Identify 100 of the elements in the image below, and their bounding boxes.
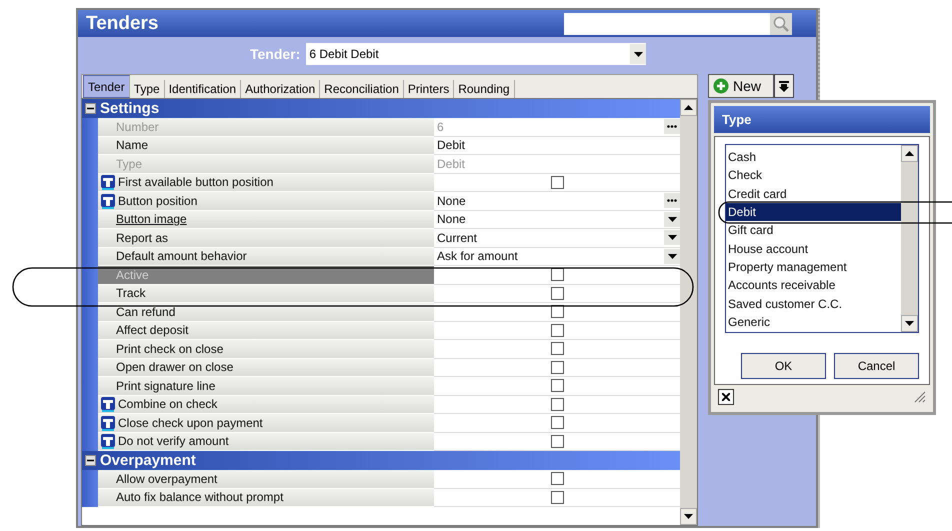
property-label[interactable]: Report as	[98, 229, 434, 248]
property-label[interactable]: Name	[98, 136, 434, 155]
row-gutter	[82, 118, 98, 136]
checkbox[interactable]	[550, 176, 564, 189]
label-text: Close check upon payment	[118, 416, 263, 430]
property-label[interactable]: Affect deposit	[98, 322, 434, 340]
property-label[interactable]: Allow overpayment	[98, 470, 434, 488]
property-label[interactable]: Close check upon payment	[98, 414, 434, 432]
checkbox[interactable]	[550, 324, 564, 337]
checkbox[interactable]	[550, 342, 564, 356]
section-title: Overpayment	[100, 452, 196, 469]
row-gutter	[82, 470, 98, 488]
label-text: Number	[116, 120, 159, 134]
property-label[interactable]: Print check on close	[98, 340, 434, 358]
label-text: Track	[116, 286, 146, 300]
dialog-button[interactable]: OK	[741, 353, 826, 379]
list-item[interactable]: Debit	[726, 202, 901, 222]
dropdown-arrow-icon	[668, 254, 676, 259]
close-icon[interactable]	[718, 389, 734, 405]
property-label[interactable]: First available button position	[98, 174, 434, 192]
label-text: Combine on check	[118, 397, 218, 412]
dropdown-arrow-icon	[668, 216, 676, 222]
list-item[interactable]: Credit card	[726, 184, 901, 203]
dialog-button[interactable]: Cancel	[834, 353, 919, 379]
menu-button[interactable]	[774, 74, 794, 98]
list-item[interactable]: Check	[726, 166, 901, 185]
label-text: First available button position	[118, 175, 274, 190]
checkbox[interactable]	[550, 286, 564, 300]
up-arrow-icon	[905, 151, 914, 156]
down-arrow-icon	[779, 80, 789, 92]
plus-icon	[713, 78, 729, 94]
badge-icon	[100, 174, 116, 190]
property-label[interactable]: Print signature line	[98, 377, 434, 396]
badge-icon	[100, 396, 116, 412]
label-text: Default amount behavior	[116, 249, 247, 264]
checkbox[interactable]	[550, 490, 564, 504]
more-icon[interactable]	[664, 119, 680, 134]
list-item[interactable]: Property management	[726, 258, 901, 276]
property-label[interactable]: Track	[98, 284, 434, 303]
property-label[interactable]: Button image	[98, 210, 434, 229]
property-label[interactable]: Do not verify amount	[98, 432, 434, 451]
value-field[interactable]: Debit	[434, 136, 680, 155]
list-item[interactable]: Generic	[726, 312, 901, 331]
row-gutter	[82, 303, 98, 322]
more-icon[interactable]	[664, 193, 680, 208]
property-label[interactable]: Open drawer on close	[98, 358, 434, 377]
list-item[interactable]: Cash	[726, 148, 901, 166]
label-text: Report as	[116, 230, 168, 245]
collapse-icon[interactable]	[85, 103, 96, 114]
tab[interactable]: Tender	[83, 75, 130, 98]
label-text: Button position	[118, 194, 198, 208]
property-label[interactable]: Auto fix balance without prompt	[98, 488, 434, 507]
tender-dropdown[interactable]: 6 Debit Debit	[306, 43, 646, 65]
dropdown-field[interactable]: Ask for amount	[434, 248, 680, 266]
checkbox[interactable]	[550, 360, 564, 374]
badge-icon	[100, 414, 116, 431]
value-field[interactable]: None	[434, 192, 680, 210]
property-label[interactable]: Can refund	[98, 303, 434, 322]
property-label[interactable]: Button position	[98, 192, 434, 210]
checkbox[interactable]	[550, 434, 564, 448]
label-text: Do not verify amount	[118, 434, 229, 448]
checkbox[interactable]	[550, 398, 564, 411]
label-text: Affect deposit	[116, 323, 188, 338]
collapse-icon[interactable]	[85, 455, 96, 466]
row-gutter	[82, 284, 98, 303]
label-text: Type	[116, 156, 142, 171]
property-label[interactable]: Combine on check	[98, 396, 434, 414]
property-label[interactable]: Default amount behavior	[98, 248, 434, 266]
list-item[interactable]: Accounts receivable	[726, 276, 901, 294]
row-gutter	[82, 248, 98, 266]
list-item[interactable]: House account	[726, 239, 901, 258]
window-title: Tenders	[86, 12, 159, 34]
label-text: Auto fix balance without prompt	[116, 490, 284, 504]
checkbox[interactable]	[550, 472, 564, 486]
tender-label: Tender:	[250, 46, 300, 62]
new-button[interactable]: New	[708, 74, 774, 98]
up-arrow-icon	[684, 105, 693, 110]
checkbox[interactable]	[550, 305, 564, 318]
label-text: Can refund	[116, 304, 176, 319]
scrollbar[interactable]	[901, 145, 918, 332]
dropdown-arrow-icon	[668, 235, 676, 240]
dropdown-arrow-icon	[905, 321, 914, 326]
resize-grip-icon[interactable]	[914, 391, 926, 403]
dropdown-field[interactable]: Current	[434, 229, 680, 248]
label-text: Button image	[116, 212, 187, 226]
list-item[interactable]: Saved customer C.C.	[726, 294, 901, 313]
list-item[interactable]: Gift card	[726, 221, 901, 240]
row-gutter	[82, 488, 98, 507]
dropdown-arrow-icon	[684, 514, 693, 519]
label-text: Open drawer on close	[116, 360, 234, 374]
dropdown-arrow-icon	[634, 52, 643, 56]
row-gutter	[82, 266, 98, 284]
checkbox[interactable]	[550, 416, 564, 430]
dropdown-field[interactable]: None	[434, 210, 680, 229]
scrollbar[interactable]	[680, 99, 697, 525]
dialog-title: Type	[714, 106, 930, 133]
checkbox[interactable]	[550, 379, 564, 392]
badge-icon	[100, 433, 116, 450]
label-text: Active	[116, 268, 149, 282]
row-gutter	[82, 432, 98, 451]
